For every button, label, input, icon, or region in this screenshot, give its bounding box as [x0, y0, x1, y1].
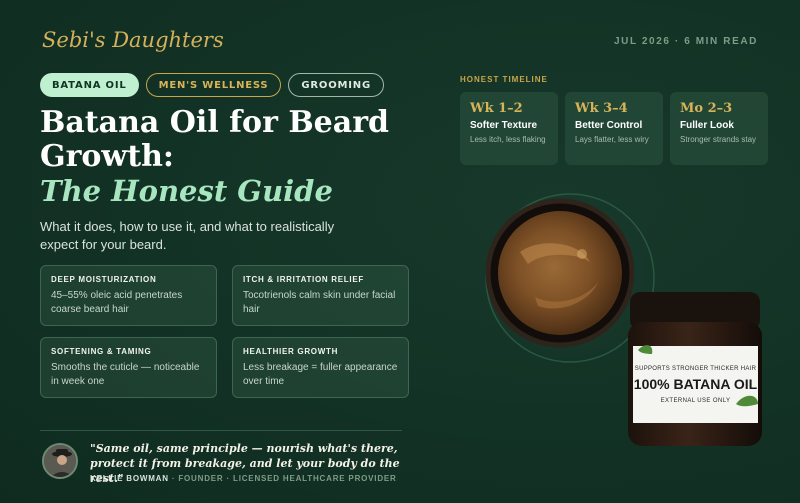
timeline-period: Mo 2–3	[680, 101, 733, 116]
brand-logo: Sebi's Daughters	[42, 28, 224, 52]
benefit-title: DEEP MOISTURIZATION	[51, 275, 157, 284]
page-title: Batana Oil for Beard Growth:	[40, 105, 389, 174]
benefit-title: ITCH & IRRITATION RELIEF	[243, 275, 364, 284]
page-title-accent: The Honest Guide	[40, 174, 333, 208]
timeline: Wk 1–2 Softer Texture Less itch, less fl…	[460, 92, 768, 165]
tag-grooming[interactable]: GROOMING	[288, 73, 384, 97]
timeline-title: Better Control	[575, 120, 643, 131]
tag-batana-oil[interactable]: BATANA OIL	[40, 73, 139, 97]
benefits-grid: DEEP MOISTURIZATION 45–55% oleic acid pe…	[40, 265, 409, 398]
benefit-card: ITCH & IRRITATION RELIEF Tocotrienols ca…	[232, 265, 409, 326]
timeline-period: Wk 3–4	[575, 101, 628, 116]
tag-mens-wellness[interactable]: MEN'S WELLNESS	[145, 73, 282, 97]
timeline-title: Fuller Look	[680, 120, 734, 131]
timeline-label: HONEST TIMELINE	[460, 75, 548, 84]
timeline-subtext: Stronger strands stay	[680, 135, 757, 144]
timeline-card: Wk 1–2 Softer Texture Less itch, less fl…	[460, 92, 558, 165]
benefit-title: SOFTENING & TAMING	[51, 347, 152, 356]
timeline-subtext: Lays flatter, less wiry	[575, 135, 649, 144]
batana-oil-surface	[498, 211, 622, 335]
benefit-text: 45–55% oleic acid penetrates coarse bear…	[51, 290, 183, 315]
jar-label-top: SUPPORTS STRONGER THICKER HAIR	[634, 365, 757, 372]
benefit-text: Smooths the cuticle — noticeable in week…	[51, 362, 200, 387]
author-role: · FOUNDER · LICENSED HEALTHCARE PROVIDER	[168, 474, 397, 483]
jar-label-main: 100% BATANA OIL	[633, 375, 758, 392]
benefit-title: HEALTHIER GROWTH	[243, 347, 339, 356]
product-image	[478, 186, 762, 446]
benefit-text: Tocotrienols calm skin under facial hair	[243, 290, 396, 315]
testimonial-byline: KELLIE BOWMAN · FOUNDER · LICENSED HEALT…	[90, 474, 397, 483]
author-avatar	[42, 443, 78, 479]
benefit-card: SOFTENING & TAMING Smooths the cuticle —…	[40, 337, 217, 398]
publish-meta: JUL 2026 · 6 MIN READ	[613, 36, 758, 47]
timeline-card: Mo 2–3 Fuller Look Stronger strands stay	[670, 92, 768, 165]
timeline-subtext: Less itch, less flaking	[470, 135, 546, 144]
jar-label-bottom: EXTERNAL USE ONLY	[660, 397, 731, 404]
timeline-title: Softer Texture	[470, 120, 538, 131]
timeline-card: Wk 3–4 Better Control Lays flatter, less…	[565, 92, 663, 165]
page-subtitle: What it does, how to use it, and what to…	[40, 219, 335, 252]
benefit-card: HEALTHIER GROWTH Less breakage = fuller …	[232, 337, 409, 398]
benefit-text: Less breakage = fuller appearance over t…	[243, 362, 398, 387]
author-name: KELLIE BOWMAN	[90, 474, 169, 483]
person-icon	[44, 445, 76, 477]
tag-list: BATANA OIL MEN'S WELLNESS GROOMING	[40, 73, 384, 97]
divider	[40, 430, 402, 431]
benefit-card: DEEP MOISTURIZATION 45–55% oleic acid pe…	[40, 265, 217, 326]
timeline-period: Wk 1–2	[470, 101, 523, 116]
jar-label: SUPPORTS STRONGER THICKER HAIR 100% BATA…	[633, 346, 758, 423]
